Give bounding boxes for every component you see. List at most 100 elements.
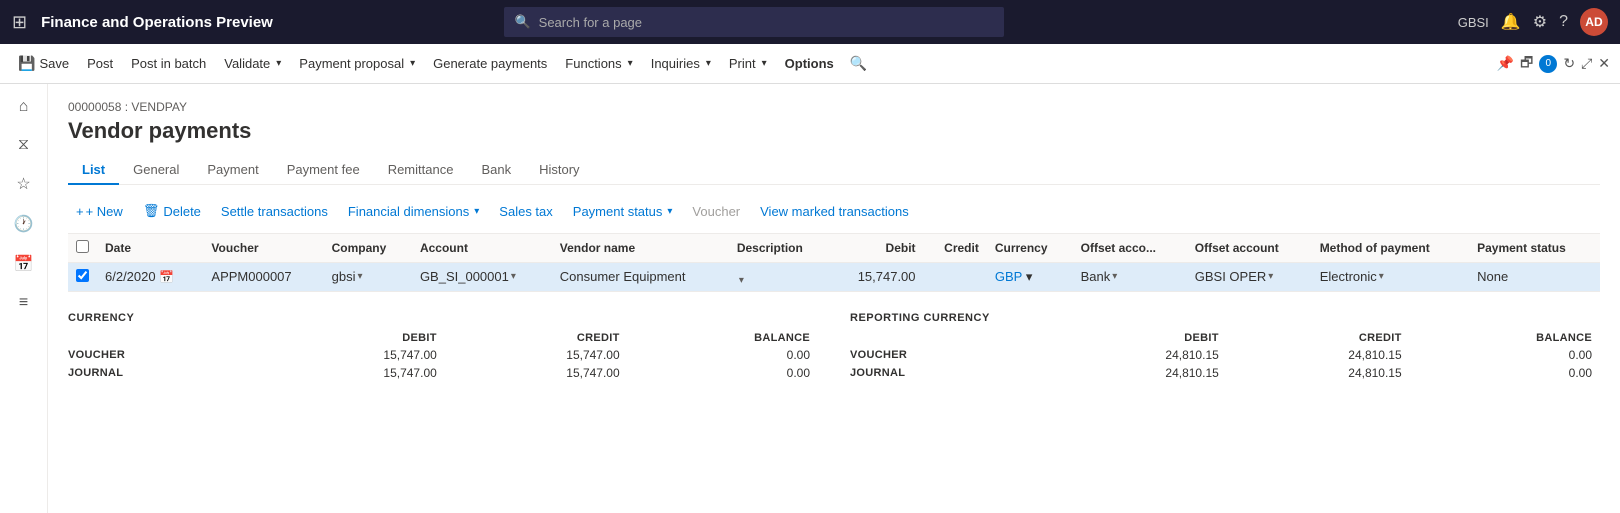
expand-icon[interactable]: ⤢ [1581,55,1592,72]
action-bar: + + New 🗑 Delete Settle transactions Fin… [68,199,1600,223]
new-button[interactable]: + + New [68,200,131,223]
delete-icon: 🗑 [143,203,160,219]
favorites-icon[interactable]: ☆ [10,168,36,200]
select-all-checkbox[interactable] [76,240,89,253]
main-content: ⌂ ⧖ ☆ 🕐 📅 ≡ 00000058 : VENDPAY Vendor pa… [0,84,1620,513]
close-icon[interactable]: ✕ [1598,55,1610,72]
delete-button[interactable]: 🗑 Delete [135,199,209,223]
payment-method-dropdown-arrow[interactable]: ▾ [1379,271,1384,282]
list-icon[interactable]: ≡ [13,288,34,318]
row-debit: 15,747.00 [831,263,923,292]
sales-tax-button[interactable]: Sales tax [491,200,560,223]
row-company: gbsi ▾ [324,263,412,292]
row-checkbox[interactable] [76,269,89,282]
sidebar-left: ⌂ ⧖ ☆ 🕐 📅 ≡ [0,84,48,513]
row-offset-acco-short: Bank ▾ [1073,263,1187,292]
save-icon: 💾 [18,55,35,72]
payment-status-button[interactable]: Payment status [565,200,681,223]
toolbar-search-icon[interactable]: 🔍 [850,55,867,72]
financial-dimensions-button[interactable]: Financial dimensions [340,200,487,223]
page-title: Vendor payments [68,118,1600,144]
tab-payment[interactable]: Payment [193,156,272,185]
col-date: Date [97,234,203,263]
currency-journal-row: JOURNAL 15,747.00 15,747.00 0.00 [68,364,818,382]
row-payment-status: None [1469,263,1600,292]
col-voucher: Voucher [203,234,323,263]
recent-icon[interactable]: 🕐 [8,208,40,240]
row-account: GB_SI_000001 ▾ [412,263,552,292]
grid-icon[interactable]: ⊞ [12,12,27,33]
reporting-journal-row: JOURNAL 24,810.15 24,810.15 0.00 [850,364,1600,382]
col-check[interactable] [68,234,97,263]
account-dropdown-arrow[interactable]: ▾ [511,271,516,282]
validate-button[interactable]: Validate [216,52,289,75]
search-bar[interactable]: 🔍 [504,7,1004,37]
offset-account-dropdown-arrow[interactable]: ▾ [1268,271,1273,282]
home-icon[interactable]: ⌂ [13,92,35,122]
row-voucher: APPM000007 [203,263,323,292]
gbsi-label: GBSI [1458,15,1489,30]
col-method-of-payment: Method of payment [1312,234,1469,263]
tab-remittance[interactable]: Remittance [374,156,468,185]
col-credit: Credit [924,234,987,263]
print-button[interactable]: Print [721,52,775,75]
col-payment-status: Payment status [1469,234,1600,263]
currency-voucher-row: VOUCHER 15,747.00 15,747.00 0.00 [68,346,818,364]
notification-icon[interactable]: 🔔 [1501,12,1521,32]
col-offset-acco-short: Offset acco... [1073,234,1187,263]
col-company: Company [324,234,412,263]
company-dropdown-arrow[interactable]: ▾ [358,271,363,282]
save-button[interactable]: 💾 Save [10,51,77,76]
tab-bank[interactable]: Bank [467,156,525,185]
tab-history[interactable]: History [525,156,593,185]
help-icon[interactable]: ? [1559,13,1568,31]
post-button[interactable]: Post [79,52,121,75]
reporting-voucher-row: VOUCHER 24,810.15 24,810.15 0.00 [850,346,1600,364]
settle-transactions-button[interactable]: Settle transactions [213,200,336,223]
table-row[interactable]: 6/2/2020 📅 APPM000007 gbsi ▾ GB_SI_00000… [68,263,1600,292]
voucher-button: Voucher [684,200,748,223]
filter-icon[interactable]: ⧖ [12,130,35,160]
options-button[interactable]: Options [777,52,842,75]
desc-dropdown-arrow[interactable]: ▾ [739,275,744,286]
search-icon: 🔍 [514,14,530,30]
open-in-new-icon[interactable]: 🗗 [1520,52,1533,76]
col-description: Description [729,234,831,263]
tab-payment-fee[interactable]: Payment fee [273,156,374,185]
generate-payments-button[interactable]: Generate payments [425,52,555,75]
reporting-currency-summary: REPORTING CURRENCY DEBIT CREDIT BALANCE … [850,312,1600,382]
functions-button[interactable]: Functions [557,52,640,75]
calendar-icon[interactable]: 📅 [8,248,40,280]
search-input[interactable] [539,15,995,30]
view-marked-transactions-button[interactable]: View marked transactions [752,200,917,223]
col-account: Account [412,234,552,263]
payment-proposal-button[interactable]: Payment proposal [291,52,423,75]
offset-short-dropdown-arrow[interactable]: ▾ [1112,271,1117,282]
pin-icon[interactable]: 📌 [1497,55,1514,72]
tab-general[interactable]: General [119,156,193,185]
row-date: 6/2/2020 📅 [97,263,203,292]
top-nav-right: GBSI 🔔 ⚙ ? AD [1458,8,1608,36]
currency-summary: CURRENCY DEBIT CREDIT BALANCE VOUCHER [68,312,818,382]
reporting-currency-title: REPORTING CURRENCY [850,312,1600,324]
summary-area: CURRENCY DEBIT CREDIT BALANCE VOUCHER [68,312,1600,382]
col-offset-account: Offset account [1187,234,1312,263]
settings-icon[interactable]: ⚙ [1533,12,1547,32]
inquiries-button[interactable]: Inquiries [643,52,719,75]
row-vendor-name: Consumer Equipment [552,263,729,292]
top-nav: ⊞ Finance and Operations Preview 🔍 GBSI … [0,0,1620,44]
row-credit [924,263,987,292]
reporting-currency-table: DEBIT CREDIT BALANCE VOUCHER 24,810.15 2… [850,330,1600,382]
app-title: Finance and Operations Preview [41,14,273,31]
post-in-batch-button[interactable]: Post in batch [123,52,214,75]
page-area: 00000058 : VENDPAY Vendor payments List … [48,84,1620,513]
calendar-icon[interactable]: 📅 [159,270,174,284]
row-check[interactable] [68,263,97,292]
row-method-of-payment: Electronic ▾ [1312,263,1469,292]
currency-dropdown-arrow[interactable]: ▾ [1026,269,1033,284]
user-avatar[interactable]: AD [1580,8,1608,36]
tab-list[interactable]: List [68,156,119,185]
refresh-icon[interactable]: ↻ [1563,55,1575,72]
row-description: ▾ [729,263,831,292]
tabs: List General Payment Payment fee Remitta… [68,156,1600,185]
